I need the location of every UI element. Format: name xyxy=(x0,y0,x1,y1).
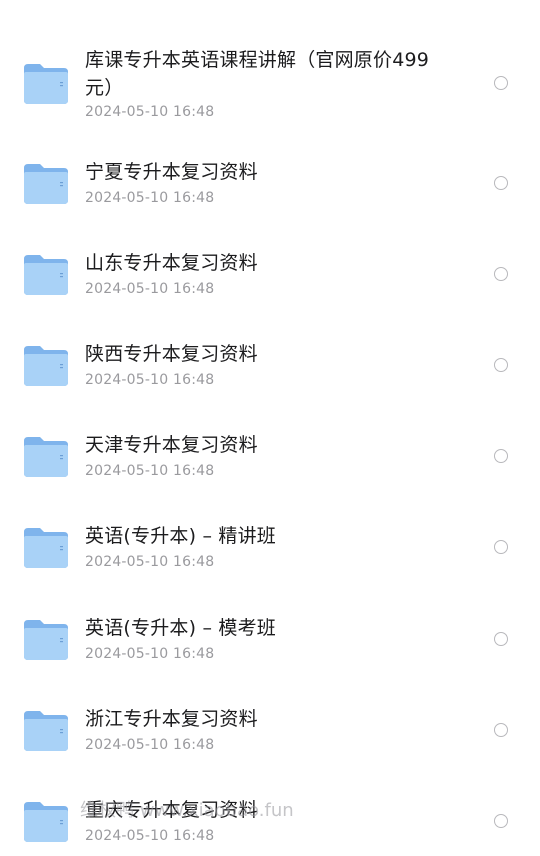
folder-icon xyxy=(22,709,70,753)
folder-icon xyxy=(22,62,70,106)
file-name: 山东专升本复习资料 xyxy=(85,252,258,274)
radio-unchecked-icon[interactable] xyxy=(494,449,508,463)
list-item[interactable]: 山东专升本复习资料 2024-05-10 16:48 xyxy=(0,243,540,323)
list-item[interactable]: 浙江专升本复习资料 2024-05-10 16:48 xyxy=(0,699,540,779)
radio-unchecked-icon[interactable] xyxy=(494,76,508,90)
folder-icon xyxy=(22,253,70,297)
file-name: 英语(专升本) – 精讲班 xyxy=(85,525,277,547)
radio-unchecked-icon[interactable] xyxy=(494,632,508,646)
list-item[interactable]: 宁夏专升本复习资料 2024-05-10 16:48 xyxy=(0,152,540,232)
file-name: 库课专升本英语课程讲解（官网原价499元） xyxy=(85,49,430,99)
file-name: 天津专升本复习资料 xyxy=(85,434,258,456)
folder-icon xyxy=(22,618,70,662)
list-item[interactable]: 库课专升本英语课程讲解（官网原价499元） 2024-05-10 16:48 xyxy=(0,40,540,120)
file-name: 陕西专升本复习资料 xyxy=(85,343,258,365)
file-list: 库课专升本英语课程讲解（官网原价499元） 2024-05-10 16:48 宁… xyxy=(0,0,540,856)
file-date: 2024-05-10 16:48 xyxy=(85,828,215,844)
radio-unchecked-icon[interactable] xyxy=(494,723,508,737)
file-date: 2024-05-10 16:48 xyxy=(85,463,215,479)
file-name: 英语(专升本) – 模考班 xyxy=(85,617,277,639)
file-date: 2024-05-10 16:48 xyxy=(85,104,215,120)
list-item[interactable]: 重庆专升本复习资料 2024-05-10 16:48 xyxy=(0,790,540,856)
folder-icon xyxy=(22,435,70,479)
radio-unchecked-icon[interactable] xyxy=(494,540,508,554)
list-item[interactable]: 陕西专升本复习资料 2024-05-10 16:48 xyxy=(0,334,540,414)
file-date: 2024-05-10 16:48 xyxy=(85,190,215,206)
folder-icon xyxy=(22,344,70,388)
file-date: 2024-05-10 16:48 xyxy=(85,281,215,297)
list-item[interactable]: 英语(专升本) – 精讲班 2024-05-10 16:48 xyxy=(0,516,540,596)
file-name: 宁夏专升本复习资料 xyxy=(85,161,258,183)
file-name: 重庆专升本复习资料 xyxy=(85,799,258,821)
radio-unchecked-icon[interactable] xyxy=(494,267,508,281)
file-date: 2024-05-10 16:48 xyxy=(85,646,215,662)
radio-unchecked-icon[interactable] xyxy=(494,176,508,190)
list-item[interactable]: 天津专升本复习资料 2024-05-10 16:48 xyxy=(0,425,540,505)
file-name: 浙江专升本复习资料 xyxy=(85,708,258,730)
file-date: 2024-05-10 16:48 xyxy=(85,372,215,388)
list-item[interactable]: 英语(专升本) – 模考班 2024-05-10 16:48 xyxy=(0,608,540,688)
radio-unchecked-icon[interactable] xyxy=(494,814,508,828)
folder-icon xyxy=(22,526,70,570)
folder-icon xyxy=(22,800,70,844)
file-date: 2024-05-10 16:48 xyxy=(85,737,215,753)
file-date: 2024-05-10 16:48 xyxy=(85,554,215,570)
folder-icon xyxy=(22,162,70,206)
radio-unchecked-icon[interactable] xyxy=(494,358,508,372)
